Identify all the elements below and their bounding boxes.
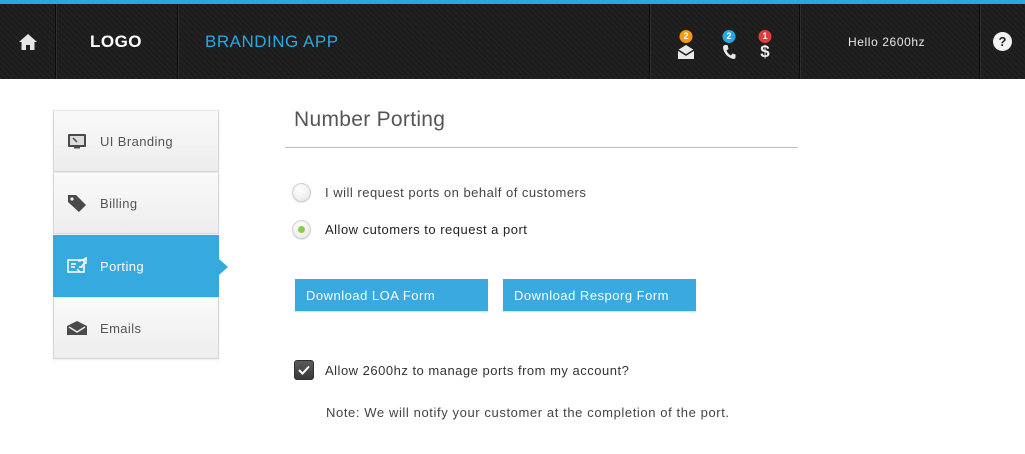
billing-notification[interactable]: 1 $: [753, 30, 777, 70]
envelope-icon: [54, 320, 100, 336]
option-label: Allow cutomers to request a port: [325, 222, 528, 237]
option-reseller-requests[interactable]: I will request ports on behalf of custom…: [292, 183, 586, 202]
sidebar-item-label: Porting: [100, 258, 144, 274]
help-icon: ?: [993, 32, 1012, 51]
radio-button[interactable]: [292, 183, 311, 202]
divider: [649, 4, 650, 79]
user-greeting[interactable]: Hello 2600hz: [848, 4, 925, 79]
messages-notification[interactable]: 2: [674, 30, 698, 70]
checkbox-label: Allow 2600hz to manage ports from my acc…: [325, 362, 630, 378]
sidebar-item-ui-branding[interactable]: UI Branding: [53, 110, 219, 172]
sidebar-item-label: Emails: [100, 320, 142, 336]
checkmark-icon: [298, 365, 310, 375]
sidebar-item-label: UI Branding: [100, 133, 174, 149]
phone-icon: [723, 45, 736, 59]
logo[interactable]: LOGO: [56, 4, 176, 79]
dollar-icon: $: [760, 42, 770, 61]
settings-sidebar: UI Branding Billing Porting Emails: [53, 110, 228, 359]
calls-count-badge: 2: [722, 30, 736, 43]
title-divider: [285, 147, 798, 148]
sidebar-item-emails[interactable]: Emails: [53, 297, 219, 359]
tag-icon: [54, 194, 100, 212]
calls-notification[interactable]: 2: [717, 30, 741, 70]
help-button[interactable]: ?: [980, 4, 1025, 79]
top-navbar: LOGO BRANDING APP 2 2 1 $ Hello 2600hz ?: [0, 0, 1025, 79]
divider: [177, 4, 178, 79]
porting-icon: [54, 257, 100, 275]
home-icon: [18, 33, 37, 50]
sidebar-item-porting[interactable]: Porting: [53, 235, 228, 297]
download-resporg-button[interactable]: Download Resporg Form: [503, 279, 696, 311]
messages-count-badge: 2: [679, 30, 693, 43]
monitor-icon: [54, 133, 100, 149]
option-label: I will request ports on behalf of custom…: [325, 185, 587, 200]
option-customer-requests[interactable]: Allow cutomers to request a port: [292, 220, 527, 239]
manage-ports-checkbox[interactable]: [294, 360, 314, 380]
sidebar-item-label: Billing: [100, 195, 138, 211]
envelope-icon: [677, 45, 695, 59]
sidebar-item-billing[interactable]: Billing: [53, 172, 219, 234]
radio-selected-dot: [298, 226, 305, 233]
download-loa-button[interactable]: Download LOA Form: [295, 279, 488, 311]
page-title: Number Porting: [294, 108, 446, 131]
home-button[interactable]: [0, 4, 55, 79]
completion-note: Note: We will notify your customer at th…: [326, 405, 730, 420]
manage-ports-option[interactable]: Allow 2600hz to manage ports from my acc…: [294, 360, 629, 380]
divider: [799, 4, 800, 79]
app-title: BRANDING APP: [205, 31, 339, 51]
radio-button-selected[interactable]: [292, 220, 311, 239]
